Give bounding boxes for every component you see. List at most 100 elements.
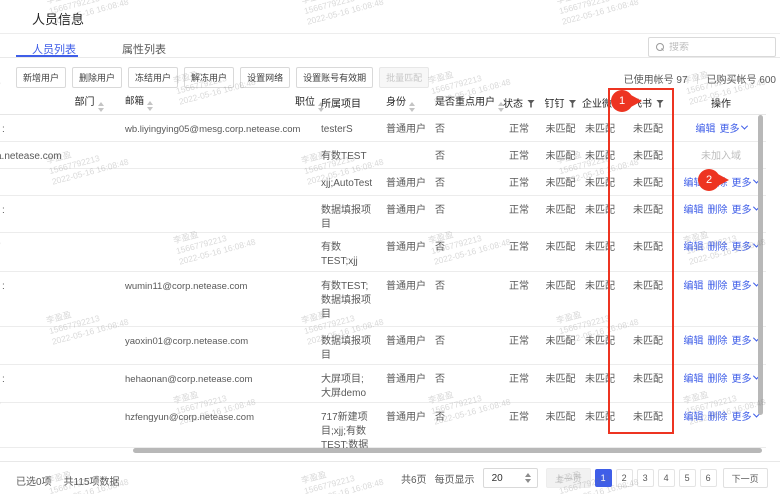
cell-wecom: 未匹配 bbox=[582, 233, 618, 255]
cell-keyuser: 否 bbox=[431, 365, 499, 387]
cell-action: 编辑删除更多 bbox=[678, 233, 764, 255]
cell-dept bbox=[60, 365, 118, 373]
page-button-4[interactable]: 4 bbox=[658, 469, 675, 487]
cell-feishu: 未匹配 bbox=[618, 233, 678, 255]
next-page-button[interactable]: 下一页 bbox=[723, 468, 768, 488]
cell-dingtalk: 未匹配 bbox=[539, 233, 582, 255]
filter-icon[interactable] bbox=[527, 100, 535, 108]
column-header-status: 状态 bbox=[499, 95, 539, 110]
action-link-更多[interactable]: 更多 bbox=[732, 281, 759, 292]
cell-status: 正常 bbox=[499, 403, 539, 425]
action-link-删除[interactable]: 删除 bbox=[708, 242, 728, 253]
cell-left-clipped bbox=[0, 233, 60, 241]
page-button-5[interactable]: 5 bbox=[679, 469, 696, 487]
cell-position bbox=[295, 115, 321, 123]
selected-count: 已选0项 bbox=[16, 477, 52, 488]
used-accounts: 已使用帐号 97 bbox=[624, 71, 688, 86]
action-link-更多[interactable]: 更多 bbox=[732, 242, 759, 253]
footer: 已选0项共115项数据 共6页 每页显示 20 上一页 123456 下一页 bbox=[0, 461, 780, 494]
action-link-编辑[interactable]: 编辑 bbox=[684, 242, 704, 253]
tabbar-divider bbox=[0, 57, 780, 58]
horizontal-scrollbar[interactable] bbox=[133, 448, 762, 453]
toolbar-button[interactable]: 新增用户 bbox=[16, 67, 66, 88]
cell-feishu: 未匹配 bbox=[618, 365, 678, 387]
bought-accounts: 已购买帐号 600 bbox=[707, 71, 776, 86]
cell-identity bbox=[379, 142, 431, 150]
cell-position bbox=[295, 196, 321, 204]
cell-dingtalk: 未匹配 bbox=[539, 272, 582, 294]
page-button-1[interactable]: 1 bbox=[595, 469, 612, 487]
table-row: hzfengyun@corp.netease.com717新建项 目;xjj;有… bbox=[0, 403, 766, 448]
cell-feishu: 未匹配 bbox=[618, 142, 678, 164]
cell-wecom: 未匹配 bbox=[582, 403, 618, 425]
page-size-select[interactable]: 20 bbox=[483, 468, 538, 488]
action-link-更多[interactable]: 更多 bbox=[732, 205, 759, 216]
action-link-编辑[interactable]: 编辑 bbox=[684, 412, 704, 423]
action-link-删除[interactable]: 删除 bbox=[708, 374, 728, 385]
page-button-6[interactable]: 6 bbox=[700, 469, 717, 487]
column-label: 所属项目 bbox=[321, 99, 361, 110]
annotation-marker-1: 1 bbox=[611, 90, 633, 112]
page-button-3[interactable]: 3 bbox=[637, 469, 654, 487]
action-link-编辑[interactable]: 编辑 bbox=[684, 336, 704, 347]
tab-attribute-list[interactable]: 属性列表 bbox=[122, 41, 166, 57]
search-input[interactable] bbox=[669, 42, 769, 53]
cell-keyuser: 否 bbox=[431, 403, 499, 425]
filter-icon[interactable] bbox=[569, 100, 577, 108]
toolbar-button[interactable]: 删除用户 bbox=[72, 67, 122, 88]
toolbar-button[interactable]: 解冻用户 bbox=[184, 67, 234, 88]
toolbar-button[interactable]: 设置网络 bbox=[240, 67, 290, 88]
toolbar-button[interactable]: 冻结用户 bbox=[128, 67, 178, 88]
cell-dept bbox=[60, 115, 118, 123]
cell-left-clipped bbox=[0, 169, 60, 177]
action-link-编辑[interactable]: 编辑 bbox=[696, 124, 716, 135]
action-link-更多[interactable]: 更多 bbox=[732, 178, 759, 189]
sort-icon[interactable] bbox=[98, 102, 104, 112]
action-link-更多[interactable]: 更多 bbox=[732, 336, 759, 347]
cell-email bbox=[118, 196, 295, 204]
cell-position bbox=[295, 272, 321, 280]
action-link-编辑[interactable]: 编辑 bbox=[684, 281, 704, 292]
table-row: yaoxin01@corp.netease.com数据填报项 目普通用户否正常未… bbox=[0, 327, 766, 365]
action-link-更多[interactable]: 更多 bbox=[732, 412, 759, 423]
action-link-删除[interactable]: 删除 bbox=[708, 412, 728, 423]
cell-action: 编辑更多 bbox=[678, 115, 764, 137]
clipped-text: : bbox=[2, 204, 5, 218]
cell-keyuser: 否 bbox=[431, 233, 499, 255]
action-link-编辑[interactable]: 编辑 bbox=[684, 205, 704, 216]
sort-icon[interactable] bbox=[147, 101, 153, 111]
action-link-删除[interactable]: 删除 bbox=[708, 205, 728, 216]
action-link-编辑[interactable]: 编辑 bbox=[684, 374, 704, 385]
cell-action: 编辑删除更多 bbox=[678, 272, 764, 294]
column-header-dept: 部门 bbox=[60, 93, 118, 112]
toolbar-button[interactable]: 设置账号有效期 bbox=[296, 67, 373, 88]
cell-project: 有数TEST bbox=[321, 142, 379, 164]
cell-left-clipped: : bbox=[0, 272, 60, 280]
cell-status: 正常 bbox=[499, 365, 539, 387]
page-number-buttons: 123456 bbox=[595, 469, 721, 487]
column-label: 是否重点用户 bbox=[435, 97, 495, 108]
search-icon bbox=[656, 43, 664, 51]
search-box[interactable] bbox=[648, 37, 776, 57]
cell-wecom: 未匹配 bbox=[582, 115, 618, 137]
action-link-更多[interactable]: 更多 bbox=[732, 374, 759, 385]
column-header-action: 操作 bbox=[678, 95, 764, 110]
cell-position bbox=[295, 142, 321, 150]
cell-position bbox=[295, 365, 321, 373]
cell-feishu: 未匹配 bbox=[618, 272, 678, 294]
select-spinner-icon bbox=[525, 473, 531, 483]
sort-icon[interactable] bbox=[409, 102, 415, 112]
vertical-scrollbar[interactable] bbox=[758, 115, 763, 415]
cell-position bbox=[295, 233, 321, 241]
action-link-删除[interactable]: 删除 bbox=[708, 281, 728, 292]
action-link-更多[interactable]: 更多 bbox=[720, 124, 747, 135]
cell-position bbox=[295, 169, 321, 177]
cell-dingtalk: 未匹配 bbox=[539, 142, 582, 164]
action-link-删除[interactable]: 删除 bbox=[708, 336, 728, 347]
page-button-2[interactable]: 2 bbox=[616, 469, 633, 487]
cell-project: 大屏项目; 大屏demo bbox=[321, 365, 379, 401]
filter-icon[interactable] bbox=[656, 100, 664, 108]
personnel-admin-screen: 人员信息 人员列表 属性列表 已使用帐号 97 已购买帐号 600 新增用户删除… bbox=[0, 0, 780, 494]
cell-project: 数据填报项 目 bbox=[321, 196, 379, 232]
cell-status: 正常 bbox=[499, 327, 539, 349]
